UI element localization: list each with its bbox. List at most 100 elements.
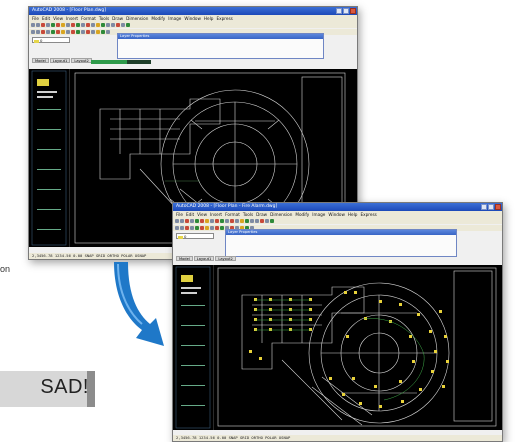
toolbar-icon[interactable] xyxy=(220,226,224,230)
toolbar-icon[interactable] xyxy=(205,226,209,230)
toolbar-icon[interactable] xyxy=(265,219,269,223)
menu-express[interactable]: Express xyxy=(216,15,232,22)
toolbar-icon[interactable] xyxy=(106,30,110,34)
toolbar-icon[interactable] xyxy=(81,30,85,34)
menu-image[interactable]: Image xyxy=(312,211,325,218)
menu-file[interactable]: File xyxy=(176,211,183,218)
menu-edit[interactable]: Edit xyxy=(186,211,194,218)
toolbar-icon[interactable] xyxy=(56,30,60,34)
layer-dropdown[interactable]: 0 xyxy=(32,37,70,43)
toolbar-icon[interactable] xyxy=(235,219,239,223)
toolbar-icon[interactable] xyxy=(41,30,45,34)
layer-dropdown[interactable]: 0 xyxy=(176,233,214,239)
menu-edit[interactable]: Edit xyxy=(42,15,50,22)
menu-window[interactable]: Window xyxy=(328,211,345,218)
tab-layout1[interactable]: Layout1 xyxy=(193,256,215,261)
toolbar-icon[interactable] xyxy=(76,23,80,27)
toolbar-icon[interactable] xyxy=(101,30,105,34)
toolbar-icon[interactable] xyxy=(195,226,199,230)
toolbar-icon[interactable] xyxy=(215,226,219,230)
menu-insert[interactable]: Insert xyxy=(210,211,222,218)
menu-view[interactable]: View xyxy=(53,15,63,22)
toolbar-icon[interactable] xyxy=(51,30,55,34)
layer-properties-panel[interactable]: Layer Properties xyxy=(225,229,457,257)
toolbar-icon[interactable] xyxy=(200,219,204,223)
toolbar-icon[interactable] xyxy=(250,219,254,223)
toolbar-icon[interactable] xyxy=(175,219,179,223)
menu-format[interactable]: Format xyxy=(225,211,240,218)
menu-modify[interactable]: Modify xyxy=(295,211,309,218)
toolbar-icon[interactable] xyxy=(190,226,194,230)
toolbar-icon[interactable] xyxy=(200,226,204,230)
maximize-button[interactable] xyxy=(488,204,494,210)
tab-model[interactable]: Model xyxy=(32,58,49,63)
toolbar-icon[interactable] xyxy=(86,30,90,34)
menu-express[interactable]: Express xyxy=(360,211,376,218)
minimize-button[interactable] xyxy=(336,8,342,14)
menu-dimension[interactable]: Dimension xyxy=(126,15,148,22)
toolbar-icon[interactable] xyxy=(66,23,70,27)
minimize-button[interactable] xyxy=(481,204,487,210)
menu-view[interactable]: View xyxy=(197,211,207,218)
toolbar-icon[interactable] xyxy=(46,23,50,27)
toolbar-icon[interactable] xyxy=(41,23,45,27)
toolbar-icon[interactable] xyxy=(255,219,259,223)
toolbar-icon[interactable] xyxy=(36,30,40,34)
toolbar-icon[interactable] xyxy=(126,23,130,27)
toolbar-icon[interactable] xyxy=(220,219,224,223)
menu-window[interactable]: Window xyxy=(184,15,201,22)
toolbar-icon[interactable] xyxy=(116,23,120,27)
toolbar-icon[interactable] xyxy=(205,219,209,223)
menu-image[interactable]: Image xyxy=(168,15,181,22)
toolbar-icon[interactable] xyxy=(86,23,90,27)
tab-model[interactable]: Model xyxy=(176,256,193,261)
maximize-button[interactable] xyxy=(343,8,349,14)
toolbar-icon[interactable] xyxy=(270,219,274,223)
toolbar-icon[interactable] xyxy=(210,219,214,223)
toolbar-icon[interactable] xyxy=(215,219,219,223)
menu-modify[interactable]: Modify xyxy=(151,15,165,22)
toolbar-icon[interactable] xyxy=(106,23,110,27)
toolbar-icon[interactable] xyxy=(185,219,189,223)
toolbar-icon[interactable] xyxy=(101,23,105,27)
toolbar-icon[interactable] xyxy=(91,23,95,27)
toolbar-icon[interactable] xyxy=(230,219,234,223)
menu-draw[interactable]: Draw xyxy=(256,211,267,218)
toolbar-icon[interactable] xyxy=(91,30,95,34)
toolbar-icon[interactable] xyxy=(76,30,80,34)
toolbar-icon[interactable] xyxy=(195,219,199,223)
menu-file[interactable]: File xyxy=(32,15,39,22)
toolbar-icon[interactable] xyxy=(245,219,249,223)
toolbar-icon[interactable] xyxy=(51,23,55,27)
menu-help[interactable]: Help xyxy=(348,211,358,218)
toolbar-icon[interactable] xyxy=(175,226,179,230)
toolbar-icon[interactable] xyxy=(61,23,65,27)
toolbar-icon[interactable] xyxy=(36,23,40,27)
toolbar-icon[interactable] xyxy=(185,226,189,230)
toolbar-icon[interactable] xyxy=(31,30,35,34)
toolbar-icon[interactable] xyxy=(81,23,85,27)
tab-layout2[interactable]: Layout2 xyxy=(215,256,236,261)
toolbar-icon[interactable] xyxy=(56,23,60,27)
menu-tools[interactable]: Tools xyxy=(243,211,253,218)
toolbar-icon[interactable] xyxy=(121,23,125,27)
toolbar-icon[interactable] xyxy=(96,30,100,34)
toolbar-icon[interactable] xyxy=(260,219,264,223)
close-button[interactable] xyxy=(350,8,356,14)
toolbar-icon[interactable] xyxy=(111,23,115,27)
toolbar-icon[interactable] xyxy=(225,219,229,223)
toolbar-icon[interactable] xyxy=(180,219,184,223)
tab-layout1[interactable]: Layout1 xyxy=(49,58,71,63)
toolbar-icon[interactable] xyxy=(240,219,244,223)
menu-format[interactable]: Format xyxy=(81,15,96,22)
drawing-canvas-after[interactable] xyxy=(214,265,502,430)
toolbar-icon[interactable] xyxy=(71,23,75,27)
toolbar-icon[interactable] xyxy=(46,30,50,34)
toolbar-icon[interactable] xyxy=(61,30,65,34)
menu-draw[interactable]: Draw xyxy=(112,15,123,22)
toolbar-icon[interactable] xyxy=(180,226,184,230)
toolbar-icon[interactable] xyxy=(66,30,70,34)
menu-dimension[interactable]: Dimension xyxy=(270,211,292,218)
toolbar-icon[interactable] xyxy=(31,23,35,27)
toolbar-icon[interactable] xyxy=(71,30,75,34)
